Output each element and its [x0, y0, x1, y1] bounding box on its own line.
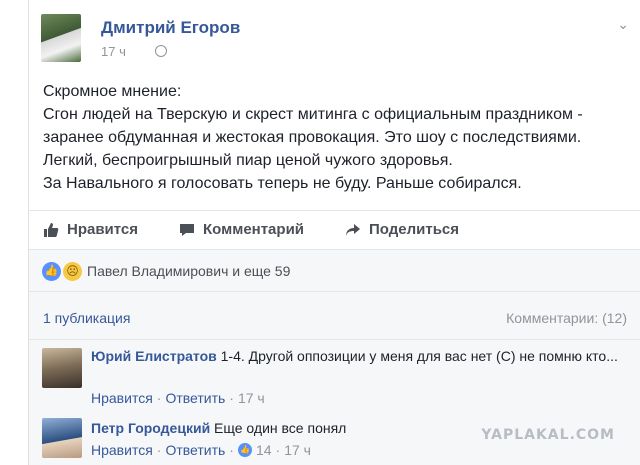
comment-meta: Нравится · Ответить · 17 ч	[91, 390, 265, 406]
comment-avatar[interactable]	[42, 348, 82, 388]
comment-text: Еще один все понял	[210, 420, 347, 436]
share-arrow-icon	[346, 223, 360, 236]
comment-like-link[interactable]: Нравится	[91, 442, 153, 458]
post-time[interactable]: 17 ч	[101, 44, 126, 59]
post-line: Сгон людей на Тверскую и скрест митинга …	[43, 106, 583, 123]
comment-author[interactable]: Петр Городецкий	[91, 420, 210, 436]
post-card: Дмитрий Егоров 17 ч ⌄ Скромное мнение: С…	[28, 0, 640, 465]
mini-like-icon: 👍	[237, 443, 252, 457]
comment-label: Комментарий	[203, 221, 305, 238]
comment-button[interactable]: Комментарий	[179, 221, 304, 238]
comment-reply-link[interactable]: Ответить	[165, 442, 225, 458]
author-name[interactable]: Дмитрий Егоров	[101, 18, 240, 38]
comments-section: Юрий Елистратов 1-4. Другой оппозиции у …	[29, 340, 640, 465]
comment-likes-count[interactable]: 14	[256, 442, 272, 458]
reactions-bar: 👍 ☹ Павел Владимирович и еще 59	[29, 250, 640, 292]
chevron-down-icon[interactable]: ⌄	[617, 16, 629, 33]
post-line: За Навального я голосовать теперь не буд…	[43, 175, 522, 192]
reactions-summary[interactable]: Павел Владимирович и еще 59	[87, 263, 290, 279]
share-button[interactable]: Поделиться	[345, 221, 459, 238]
sad-reaction-icon[interactable]: ☹	[63, 262, 82, 281]
comments-count[interactable]: Комментарии: (12)	[506, 310, 627, 326]
post-line: заранее обдуманная и жестокая провокация…	[43, 129, 582, 146]
post-stats: 1 публикация Комментарии: (12)	[29, 292, 640, 340]
thumbs-up-icon	[44, 222, 59, 237]
post-line: Скромное мнение:	[43, 83, 182, 100]
post-actions-bar: Нравится Комментарий Поделиться	[29, 210, 640, 250]
like-label: Нравится	[67, 221, 139, 238]
shares-link[interactable]: 1 публикация	[43, 310, 130, 326]
share-label: Поделиться	[369, 221, 460, 238]
comment-text: 1-4. Другой оппозиции у меня для вас нет…	[216, 348, 618, 364]
post-line: Легкий, беспроигрышный пиар ценой чужого…	[43, 152, 453, 169]
author-avatar[interactable]	[41, 14, 81, 62]
comment-meta: Нравится · Ответить · 👍 14 · 17 ч	[91, 442, 311, 458]
globe-icon	[155, 45, 167, 57]
comment-like-link[interactable]: Нравится	[91, 390, 153, 406]
comment-time[interactable]: 17 ч	[284, 442, 311, 458]
like-button[interactable]: Нравится	[43, 221, 138, 238]
comment-time[interactable]: 17 ч	[238, 390, 265, 406]
comment-reply-link[interactable]: Ответить	[165, 390, 225, 406]
comment-author[interactable]: Юрий Елистратов	[91, 348, 217, 364]
comment-body: Юрий Елистратов 1-4. Другой оппозиции у …	[91, 346, 631, 366]
comment-avatar[interactable]	[42, 418, 82, 458]
watermark-text: YAPLAKAL.COM	[481, 427, 615, 443]
post-text: Скромное мнение: Сгон людей на Тверскую …	[43, 80, 633, 195]
post-header: Дмитрий Егоров 17 ч ⌄	[41, 14, 631, 64]
like-reaction-icon[interactable]: 👍	[42, 262, 61, 281]
comment-bubble-icon	[180, 223, 194, 236]
